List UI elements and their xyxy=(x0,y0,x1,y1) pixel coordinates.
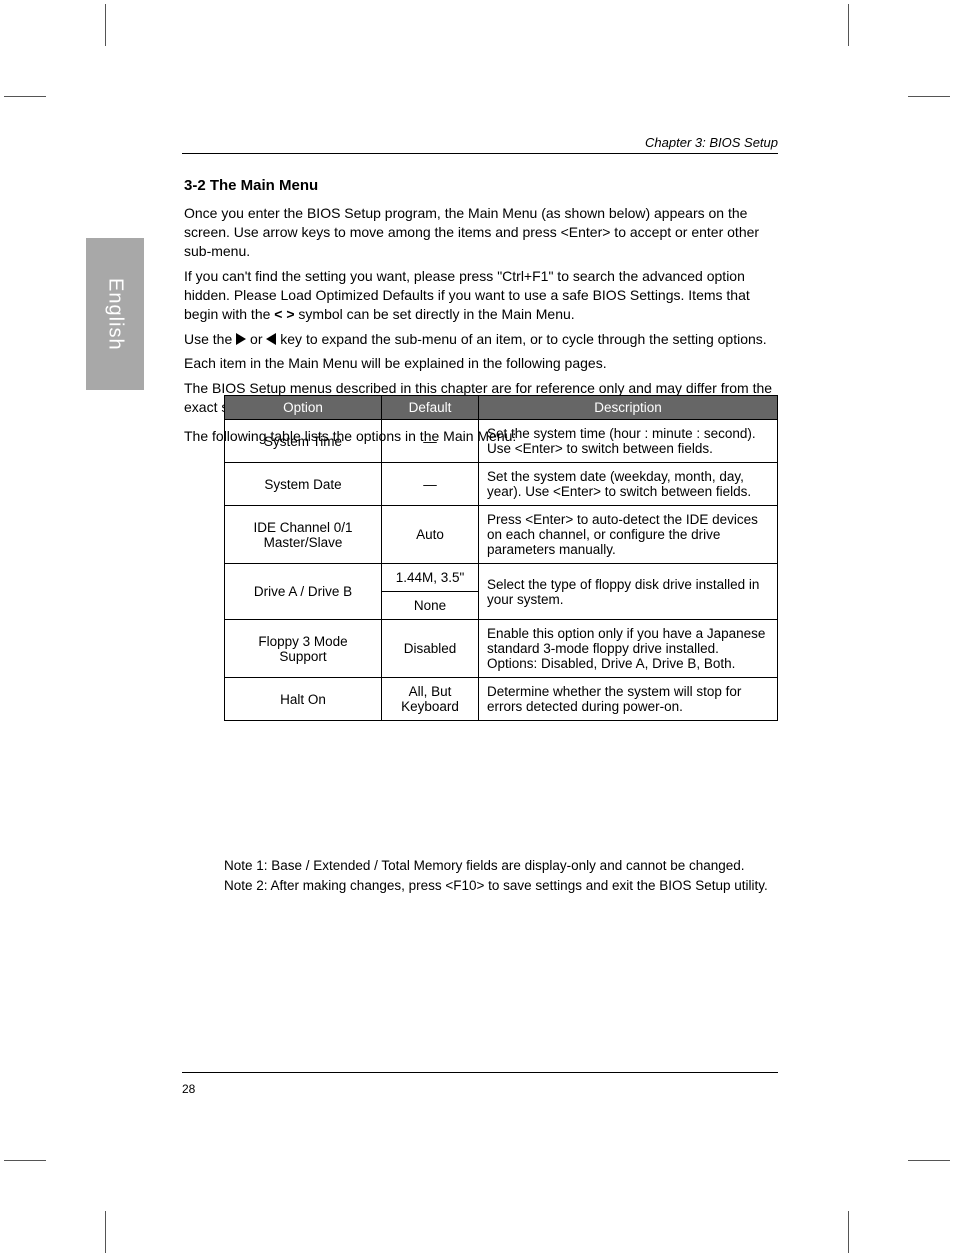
table-row: Halt On All, But Keyboard Determine whet… xyxy=(225,678,778,721)
cell-desc: Determine whether the system will stop f… xyxy=(479,678,778,721)
cell-default: None xyxy=(382,592,479,620)
cell-desc: Set the system date (weekday, month, day… xyxy=(479,463,778,506)
cell-default: — xyxy=(382,420,479,463)
cell-option: System Date xyxy=(225,463,382,506)
col-default: Default xyxy=(382,396,479,420)
paragraph: Each item in the Main Menu will be expla… xyxy=(184,354,778,373)
footnote: Note 1: Base / Extended / Total Memory f… xyxy=(224,858,778,873)
crop-mark xyxy=(4,1160,46,1161)
left-triangle-icon xyxy=(266,333,276,345)
cell-option: IDE Channel 0/1 Master/Slave xyxy=(225,506,382,564)
header-rule xyxy=(182,153,778,154)
crop-mark xyxy=(4,96,46,97)
cell-option: Drive A / Drive B xyxy=(225,564,382,620)
section-heading: 3-2 The Main Menu xyxy=(184,176,778,196)
table-row: System Time — Set the system time (hour … xyxy=(225,420,778,463)
crop-mark xyxy=(848,1211,849,1253)
language-tab-label: English xyxy=(104,278,127,351)
crop-mark xyxy=(105,4,106,46)
cell-desc: Enable this option only if you have a Ja… xyxy=(479,620,778,678)
paragraph: Use the or key to expand the sub-menu of… xyxy=(184,330,778,349)
header-section-title: Chapter 3: BIOS Setup xyxy=(182,135,778,150)
crop-mark xyxy=(848,4,849,46)
cell-option: System Time xyxy=(225,420,382,463)
footnote: Note 2: After making changes, press <F10… xyxy=(224,878,778,893)
paragraph: Once you enter the BIOS Setup program, t… xyxy=(184,204,778,261)
table-header-row: Option Default Description xyxy=(225,396,778,420)
cell-default: All, But Keyboard xyxy=(382,678,479,721)
cell-default: 1.44M, 3.5" xyxy=(382,564,479,592)
cell-desc: Set the system time (hour : minute : sec… xyxy=(479,420,778,463)
page-number: 28 xyxy=(182,1082,195,1096)
cell-default: — xyxy=(382,463,479,506)
col-option: Option xyxy=(225,396,382,420)
col-desc: Description xyxy=(479,396,778,420)
cell-option: Halt On xyxy=(225,678,382,721)
crop-mark xyxy=(908,96,950,97)
right-triangle-icon xyxy=(236,333,246,345)
language-tab: English xyxy=(86,238,144,390)
footer-rule xyxy=(182,1072,778,1073)
cell-default: Disabled xyxy=(382,620,479,678)
cell-desc: Select the type of floppy disk drive ins… xyxy=(479,564,778,620)
table-row: Floppy 3 Mode Support Disabled Enable th… xyxy=(225,620,778,678)
table-row: Drive A / Drive B 1.44M, 3.5" Select the… xyxy=(225,564,778,592)
paragraph: If you can't find the setting you want, … xyxy=(184,267,778,324)
crop-mark xyxy=(105,1211,106,1253)
table-row: System Date — Set the system date (weekd… xyxy=(225,463,778,506)
table-row: IDE Channel 0/1 Master/Slave Auto Press … xyxy=(225,506,778,564)
cell-desc: Press <Enter> to auto-detect the IDE dev… xyxy=(479,506,778,564)
options-table: Option Default Description System Time —… xyxy=(224,395,778,721)
crop-mark xyxy=(908,1160,950,1161)
cell-option: Floppy 3 Mode Support xyxy=(225,620,382,678)
cell-default: Auto xyxy=(382,506,479,564)
